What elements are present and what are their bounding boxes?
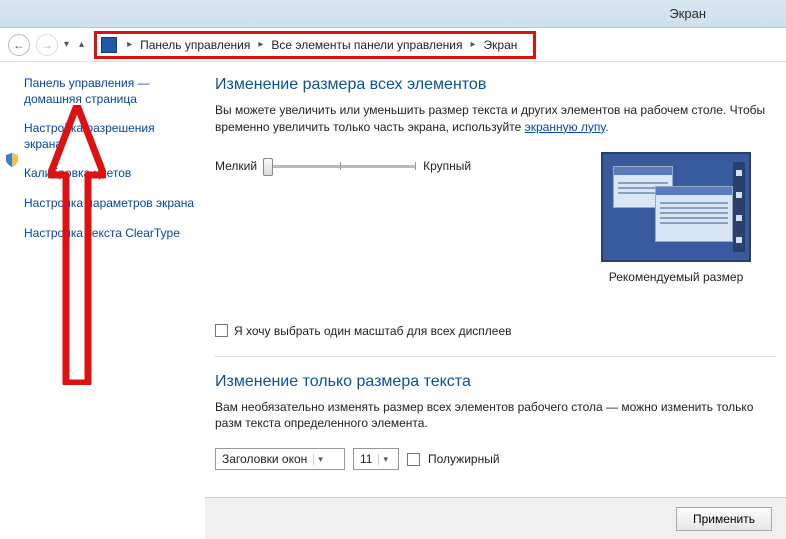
element-combo[interactable]: Заголовки окон ▾: [215, 448, 345, 470]
title-bar: Экран: [0, 0, 786, 28]
section-title-resize-all: Изменение размера всех элементов: [215, 76, 776, 94]
nav-bar: ← → ▾ ▴ ▸ Панель управления ▸ Все элемен…: [0, 28, 786, 62]
bold-label: Полужирный: [428, 452, 500, 466]
one-scale-checkbox[interactable]: [215, 324, 228, 337]
chevron-down-icon: ▾: [378, 454, 388, 465]
divider: [215, 356, 776, 357]
breadcrumb-item[interactable]: Все элементы панели управления: [269, 38, 464, 52]
slider-min-label: Мелкий: [215, 159, 257, 173]
magnifier-link[interactable]: экранную лупу: [525, 120, 606, 134]
window-title: Экран: [669, 6, 706, 21]
section-desc-resize-all: Вы можете увеличить или уменьшить размер…: [215, 102, 776, 136]
one-scale-label: Я хочу выбрать один масштаб для всех дис…: [234, 324, 512, 338]
sidebar: Панель управления — домашняя страница На…: [0, 62, 205, 539]
sidebar-item-display-params[interactable]: Настройка параметров экрана: [24, 196, 195, 212]
section-title-text-only: Изменение только размера текста: [215, 373, 776, 391]
back-button[interactable]: ←: [8, 34, 30, 56]
sidebar-item-home[interactable]: Панель управления — домашняя страница: [24, 76, 195, 107]
fontsize-combo[interactable]: 11 ▾: [353, 448, 399, 470]
chevron-down-icon: ▾: [313, 454, 323, 465]
size-slider-block: Мелкий Крупный: [215, 152, 471, 176]
main-panel: Изменение размера всех элементов Вы може…: [205, 62, 786, 539]
apply-button[interactable]: Применить: [676, 507, 772, 531]
breadcrumb-item[interactable]: Экран: [482, 38, 520, 52]
breadcrumb-item[interactable]: Панель управления: [138, 38, 252, 52]
display-icon: [101, 37, 117, 53]
forward-button[interactable]: →: [36, 34, 58, 56]
chevron-right-icon: ▸: [254, 39, 267, 50]
up-button[interactable]: ▴: [79, 39, 84, 50]
sidebar-item-cleartype[interactable]: Настройка текста ClearType: [24, 226, 195, 242]
slider-thumb[interactable]: [263, 158, 273, 176]
section-desc-text-only: Вам необязательно изменять размер всех э…: [215, 399, 776, 433]
chevron-right-icon: ▸: [123, 39, 136, 50]
apply-bar: Применить: [205, 497, 786, 539]
preview-monitor: [601, 152, 751, 262]
shield-icon: [4, 152, 20, 168]
preview-caption: Рекомендуемый размер: [576, 270, 776, 284]
slider-max-label: Крупный: [423, 159, 471, 173]
sidebar-item-calibration[interactable]: Калибровка цветов: [24, 166, 195, 182]
chevron-right-icon: ▸: [467, 39, 480, 50]
breadcrumb: ▸ Панель управления ▸ Все элементы панел…: [94, 31, 536, 59]
history-dropdown-icon[interactable]: ▾: [64, 39, 69, 50]
size-slider[interactable]: [265, 156, 415, 176]
sidebar-item-resolution[interactable]: Настройка разрешения экрана: [24, 121, 195, 152]
bold-checkbox[interactable]: [407, 453, 420, 466]
